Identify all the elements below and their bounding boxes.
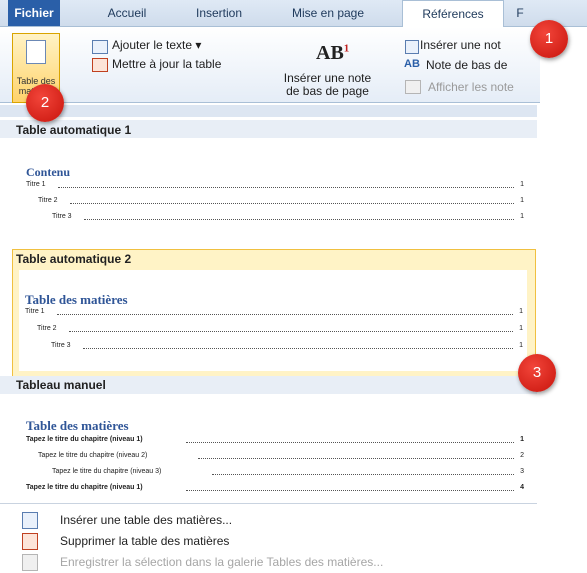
section-title: Table automatique 1 <box>16 123 132 137</box>
toc-menu: Insérer une table des matières... Suppri… <box>0 503 537 573</box>
toc-line: Titre 31 <box>52 213 524 220</box>
tab-references[interactable]: Références <box>402 0 504 28</box>
toc-line: Titre 21 <box>37 325 523 332</box>
toc-heading: Table des matières <box>26 418 129 433</box>
save-selection-menu-item: Enregistrer la sélection dans la galerie… <box>22 552 522 572</box>
section-title: Tableau manuel <box>16 378 106 392</box>
tab-fichier[interactable]: Fichier <box>8 0 60 26</box>
document-icon <box>26 40 46 64</box>
update-table-icon <box>92 58 108 72</box>
insert-footnote-icon: AB1 <box>316 42 350 64</box>
toc-line: Titre 21 <box>38 197 524 204</box>
show-notes-icon <box>405 80 421 94</box>
add-text-button[interactable]: Ajouter le texte ▾ <box>112 38 201 52</box>
toc-line: Tapez le titre du chapitre (niveau 1) 4 <box>26 484 524 491</box>
ribbon-tab-bar: Fichier Accueil Insertion Mise en page R… <box>0 0 587 28</box>
toc-line: Tapez le titre du chapitre (niveau 3) 3 <box>52 468 524 475</box>
gallery-header: hi <box>0 105 537 117</box>
callout-3: 3 <box>518 354 556 392</box>
toc-preview-auto-1[interactable]: Contenu Titre 11 Titre 21 Titre 31 <box>14 143 536 243</box>
show-notes-button: Afficher les note <box>428 80 514 94</box>
tab-accueil[interactable]: Accueil <box>92 0 162 26</box>
chevron-down-icon: ▾ <box>195 38 202 52</box>
tab-partial[interactable]: F <box>510 0 530 26</box>
tab-insertion[interactable]: Insertion <box>182 0 256 26</box>
insert-toc-icon <box>22 512 38 529</box>
section-title: Table automatique 2 <box>16 252 132 266</box>
tab-mise-en-page[interactable]: Mise en page <box>278 0 378 26</box>
remove-toc-menu-item[interactable]: Supprimer la table des matières <box>22 531 522 551</box>
insert-endnote-icon <box>405 40 419 54</box>
toc-line: Titre 11 <box>26 181 524 188</box>
callout-1: 1 <box>530 20 568 58</box>
insert-toc-menu-item[interactable]: Insérer une table des matières... <box>22 510 522 530</box>
update-table-button[interactable]: Mettre à jour la table <box>112 57 221 71</box>
save-selection-icon <box>22 554 38 571</box>
insert-endnote-button[interactable]: Insérer une not <box>420 38 501 52</box>
toc-line: Titre 31 <box>51 342 523 349</box>
insert-footnote-button[interactable]: Insérer une note de bas de page <box>280 72 375 98</box>
toc-heading: Table des matières <box>25 292 128 307</box>
next-footnote-icon: AB <box>404 58 420 70</box>
remove-toc-icon <box>22 533 38 550</box>
callout-2: 2 <box>26 84 64 122</box>
next-footnote-button[interactable]: Note de bas de <box>426 58 507 72</box>
toc-preview-auto-2[interactable]: Table des matières Titre 11 Titre 21 Tit… <box>19 270 527 371</box>
toc-line: Tapez le titre du chapitre (niveau 1) 1 <box>26 436 524 443</box>
toc-line: Tapez le titre du chapitre (niveau 2) 2 <box>38 452 524 459</box>
toc-preview-manual[interactable]: Table des matières Tapez le titre du cha… <box>14 400 536 500</box>
toc-heading: Contenu <box>26 165 71 179</box>
add-text-icon <box>92 40 108 54</box>
toc-line: Titre 11 <box>25 308 523 315</box>
